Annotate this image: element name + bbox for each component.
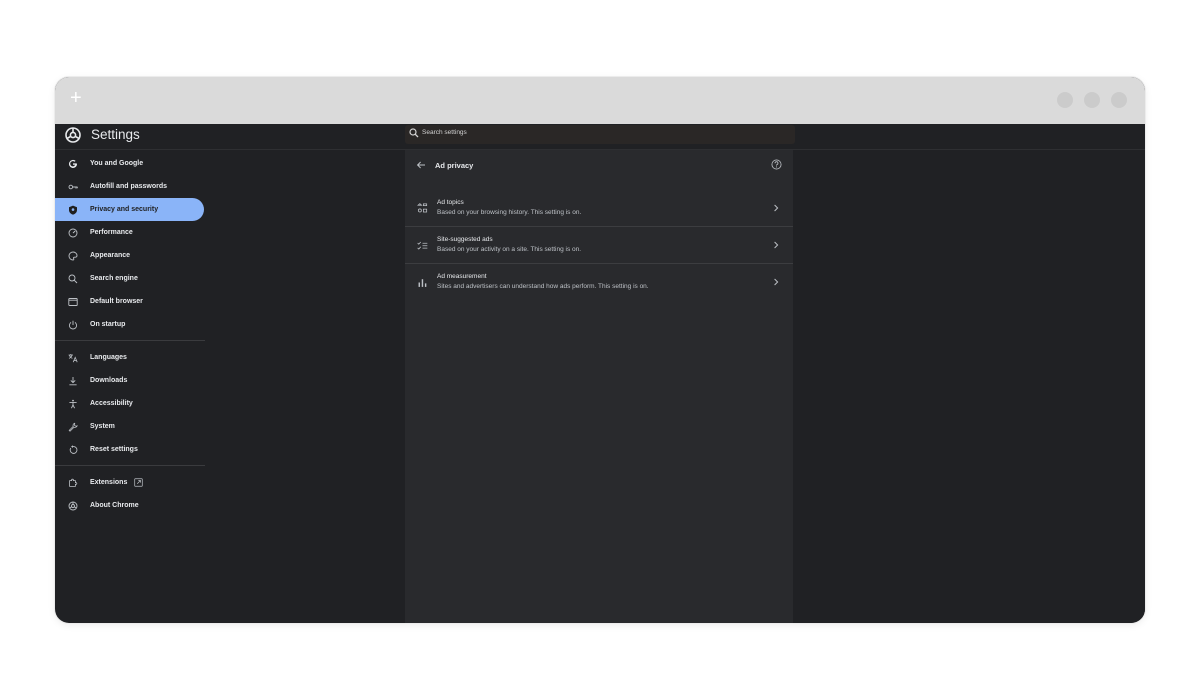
browser-window: + Settings Search settings You and Googl… bbox=[55, 77, 1145, 623]
puzzle-icon bbox=[66, 476, 79, 489]
close-button[interactable] bbox=[1111, 92, 1127, 108]
sidebar-item-label: Appearance bbox=[90, 252, 131, 259]
shield-icon bbox=[66, 203, 79, 216]
row-title: Ad measurement bbox=[437, 273, 487, 280]
settings-header: Settings Search settings bbox=[55, 124, 1145, 150]
row-ad-measurement[interactable]: Ad measurement Sites and advertisers can… bbox=[405, 264, 793, 301]
window-controls bbox=[1057, 92, 1127, 108]
sidebar: You and Google Autofill and passwords Pr… bbox=[55, 152, 205, 517]
key-icon bbox=[66, 180, 79, 193]
sidebar-item-label: You and Google bbox=[90, 160, 144, 167]
sidebar-divider bbox=[55, 465, 205, 466]
row-subtitle: Based on your browsing history. This set… bbox=[437, 209, 582, 216]
sidebar-item-label: Default browser bbox=[90, 298, 143, 305]
search-placeholder: Search settings bbox=[422, 129, 467, 136]
browser-window-icon bbox=[66, 295, 79, 308]
sidebar-item-label: Languages bbox=[90, 354, 127, 361]
sidebar-item-label: Accessibility bbox=[90, 400, 133, 407]
help-icon[interactable] bbox=[771, 159, 782, 170]
external-link-icon bbox=[134, 478, 143, 487]
sidebar-item-autofill[interactable]: Autofill and passwords bbox=[55, 175, 204, 198]
download-icon bbox=[66, 374, 79, 387]
minimize-button[interactable] bbox=[1057, 92, 1073, 108]
chevron-right-icon bbox=[774, 204, 779, 212]
maximize-button[interactable] bbox=[1084, 92, 1100, 108]
sidebar-item-downloads[interactable]: Downloads bbox=[55, 369, 204, 392]
new-tab-button[interactable]: + bbox=[70, 87, 82, 110]
sidebar-item-label: About Chrome bbox=[90, 502, 139, 509]
speedometer-icon bbox=[66, 226, 79, 239]
chevron-right-icon bbox=[774, 241, 779, 249]
accessibility-icon bbox=[66, 397, 79, 410]
sidebar-item-default-browser[interactable]: Default browser bbox=[55, 290, 204, 313]
sidebar-item-search-engine[interactable]: Search engine bbox=[55, 267, 204, 290]
google-g-icon bbox=[66, 157, 79, 170]
sidebar-item-label: Privacy and security bbox=[90, 206, 159, 213]
row-subtitle: Sites and advertisers can understand how… bbox=[437, 283, 649, 290]
sidebar-item-on-startup[interactable]: On startup bbox=[55, 313, 204, 336]
sidebar-item-about-chrome[interactable]: About Chrome bbox=[55, 494, 204, 517]
panel-title: Ad privacy bbox=[435, 161, 474, 170]
row-title: Ad topics bbox=[437, 199, 464, 206]
checklist-icon bbox=[417, 241, 428, 250]
ad-privacy-panel: Ad privacy Ad topics Based on your brows… bbox=[405, 150, 793, 623]
sidebar-item-appearance[interactable]: Appearance bbox=[55, 244, 204, 267]
palette-icon bbox=[66, 249, 79, 262]
row-site-suggested-ads[interactable]: Site-suggested ads Based on your activit… bbox=[405, 227, 793, 264]
panel-header: Ad privacy bbox=[405, 150, 793, 180]
sidebar-item-label: Autofill and passwords bbox=[90, 183, 168, 190]
row-ad-topics[interactable]: Ad topics Based on your browsing history… bbox=[405, 190, 793, 227]
wrench-icon bbox=[66, 420, 79, 433]
sidebar-item-system[interactable]: System bbox=[55, 415, 204, 438]
sidebar-item-label: Extensions bbox=[90, 479, 128, 486]
row-subtitle: Based on your activity on a site. This s… bbox=[437, 246, 582, 253]
sidebar-item-reset-settings[interactable]: Reset settings bbox=[55, 438, 204, 461]
sidebar-item-extensions[interactable]: Extensions bbox=[55, 471, 204, 494]
search-icon bbox=[66, 272, 79, 285]
search-icon bbox=[409, 128, 419, 138]
sidebar-item-you-and-google[interactable]: You and Google bbox=[55, 152, 204, 175]
back-arrow-icon[interactable] bbox=[416, 160, 426, 170]
page-title: Settings bbox=[91, 127, 140, 142]
empty-right-region bbox=[793, 150, 1145, 623]
bar-chart-icon bbox=[418, 279, 427, 287]
sidebar-item-performance[interactable]: Performance bbox=[55, 221, 204, 244]
topics-icon bbox=[417, 203, 428, 213]
sidebar-item-label: Performance bbox=[90, 229, 133, 236]
sidebar-item-languages[interactable]: Languages bbox=[55, 346, 204, 369]
sidebar-item-label: On startup bbox=[90, 321, 126, 328]
chrome-logo-icon bbox=[66, 499, 79, 512]
chevron-right-icon bbox=[774, 278, 779, 286]
power-icon bbox=[66, 318, 79, 331]
title-bar: + bbox=[55, 77, 1145, 124]
row-title: Site-suggested ads bbox=[437, 236, 493, 243]
search-input[interactable]: Search settings bbox=[405, 125, 795, 144]
sidebar-item-label: Reset settings bbox=[90, 446, 138, 453]
sidebar-divider bbox=[55, 340, 205, 341]
chrome-logo-icon bbox=[65, 127, 81, 143]
sidebar-item-accessibility[interactable]: Accessibility bbox=[55, 392, 204, 415]
reset-icon bbox=[66, 443, 79, 456]
sidebar-item-label: System bbox=[90, 423, 115, 430]
translate-icon bbox=[66, 351, 79, 364]
sidebar-item-label: Downloads bbox=[90, 377, 128, 384]
sidebar-item-label: Search engine bbox=[90, 275, 138, 282]
sidebar-item-privacy[interactable]: Privacy and security bbox=[55, 198, 204, 221]
